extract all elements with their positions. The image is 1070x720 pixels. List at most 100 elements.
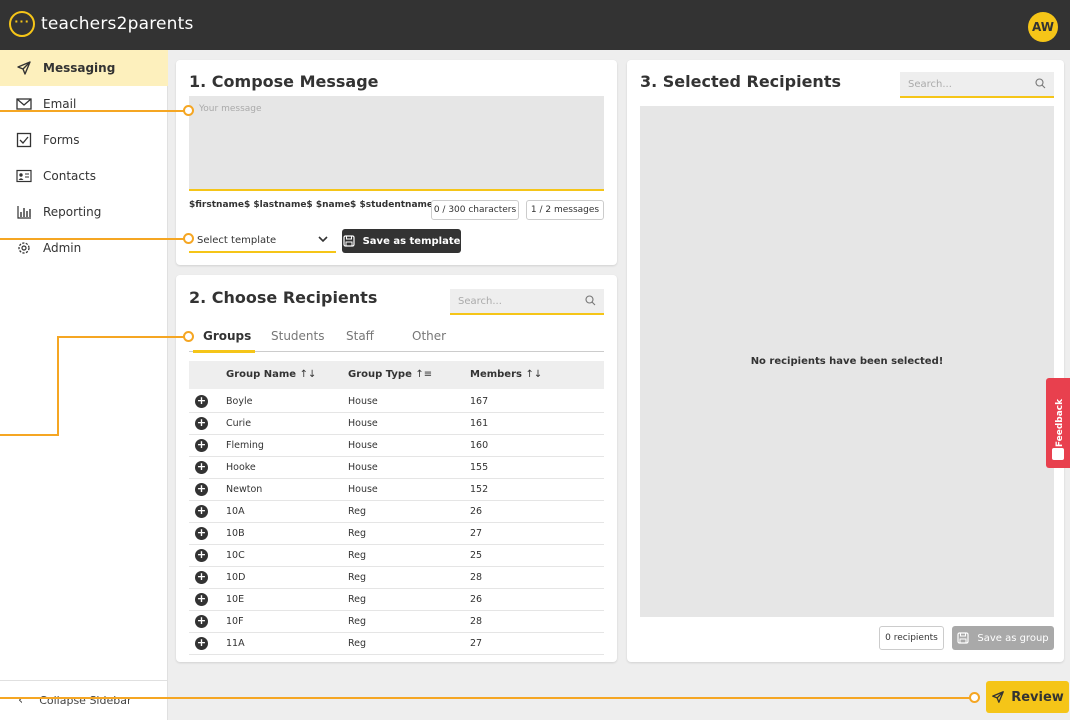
column-header-members[interactable]: Members ↑↓ — [470, 369, 542, 380]
review-button[interactable]: Review — [986, 681, 1069, 713]
sidebar: Messaging Email Forms Contacts Reporting… — [0, 50, 168, 720]
members-cell: 167 — [470, 396, 489, 407]
avatar[interactable]: AW — [1028, 12, 1058, 42]
group-name-cell: 11A — [226, 638, 245, 649]
sidebar-item-contacts[interactable]: Contacts — [0, 158, 168, 194]
contact-card-icon — [15, 167, 33, 185]
callout-line — [0, 110, 188, 112]
recipients-search-input[interactable]: Search... — [450, 289, 604, 315]
search-icon — [1035, 78, 1046, 92]
members-cell: 27 — [470, 638, 483, 649]
group-type-cell: Reg — [348, 550, 367, 561]
recipients-title: 2. Choose Recipients — [189, 288, 378, 307]
group-type-cell: Reg — [348, 638, 367, 649]
message-count: 1 / 2 messages — [526, 200, 604, 220]
members-cell: 28 — [470, 616, 483, 627]
logo-mark-icon: ··· — [9, 11, 35, 37]
members-cell: 28 — [470, 572, 483, 583]
sidebar-item-admin[interactable]: Admin — [0, 230, 168, 266]
sidebar-item-label: Admin — [43, 241, 82, 255]
table-row: +10C Reg 25 — [189, 545, 604, 567]
feedback-tab[interactable]: Feedback — [1046, 378, 1070, 468]
group-name-cell: Boyle — [226, 396, 253, 407]
add-icon[interactable]: + — [195, 549, 208, 562]
add-icon[interactable]: + — [195, 615, 208, 628]
callout-line — [57, 336, 59, 436]
group-name-cell: 10F — [226, 616, 244, 627]
group-name-cell: Hooke — [226, 462, 256, 473]
chevron-down-icon — [318, 234, 328, 247]
search-icon — [585, 295, 596, 309]
group-type-cell: Reg — [348, 506, 367, 517]
gear-icon — [15, 239, 33, 257]
members-cell: 155 — [470, 462, 489, 473]
tab-other[interactable]: Other — [412, 329, 446, 343]
group-name-cell: Newton — [226, 484, 263, 495]
add-icon[interactable]: + — [195, 527, 208, 540]
group-name-cell: 10C — [226, 550, 245, 561]
selected-search-input[interactable]: Search... — [900, 72, 1054, 98]
column-header-group-type[interactable]: Group Type ↑≡ — [348, 369, 432, 380]
callout-dot — [183, 105, 194, 116]
sidebar-item-label: Email — [43, 97, 77, 111]
table-row: +10F Reg 28 — [189, 611, 604, 633]
add-icon[interactable]: + — [195, 483, 208, 496]
bar-chart-icon — [15, 203, 33, 221]
chevron-left-icon: ‹ — [18, 693, 24, 708]
sidebar-item-label: Forms — [43, 133, 80, 147]
table-row: +11A Reg 27 — [189, 633, 604, 655]
app-logo[interactable]: ··· teachers2parents — [9, 11, 194, 37]
template-select-value: Select template — [197, 234, 277, 246]
save-as-group-label: Save as group — [977, 632, 1049, 644]
checkbox-icon — [15, 131, 33, 149]
selected-recipients-list: No recipients have been selected! — [640, 106, 1054, 617]
sidebar-item-reporting[interactable]: Reporting — [0, 194, 168, 230]
callout-line — [0, 697, 974, 699]
members-cell: 161 — [470, 418, 489, 429]
send-icon — [15, 59, 33, 77]
sidebar-item-messaging[interactable]: Messaging — [0, 50, 168, 86]
sidebar-item-email[interactable]: Email — [0, 86, 168, 122]
save-icon — [957, 632, 969, 644]
template-select[interactable]: Select template — [189, 229, 336, 253]
add-icon[interactable]: + — [195, 417, 208, 430]
tab-students[interactable]: Students — [271, 329, 325, 343]
group-name-cell: 10D — [226, 572, 246, 583]
recipient-tabs: Groups Students Staff Other — [189, 325, 604, 353]
add-icon[interactable]: + — [195, 637, 208, 650]
tab-groups[interactable]: Groups — [203, 329, 251, 343]
sidebar-item-forms[interactable]: Forms — [0, 122, 168, 158]
message-input[interactable]: Your message — [189, 96, 604, 191]
add-icon[interactable]: + — [195, 461, 208, 474]
group-name-cell: 10E — [226, 594, 245, 605]
search-placeholder: Search... — [458, 295, 502, 307]
collapse-sidebar-button[interactable]: ‹ Collapse Sidebar — [0, 680, 168, 720]
save-as-group-button[interactable]: Save as group — [952, 626, 1054, 650]
callout-line — [57, 336, 188, 338]
add-icon[interactable]: + — [195, 505, 208, 518]
add-icon[interactable]: + — [195, 395, 208, 408]
table-row: + Boyle House 167 — [189, 391, 604, 413]
recipient-count: 0 recipients — [879, 626, 944, 650]
add-icon[interactable]: + — [195, 571, 208, 584]
add-icon[interactable]: + — [195, 439, 208, 452]
save-as-template-label: Save as template — [362, 235, 461, 247]
members-cell: 25 — [470, 550, 483, 561]
column-header-group-name[interactable]: Group Name ↑↓ — [226, 369, 316, 380]
table-row: +10A Reg 26 — [189, 501, 604, 523]
table-row: + Fleming House 160 — [189, 435, 604, 457]
members-cell: 152 — [470, 484, 489, 495]
group-type-cell: House — [348, 484, 378, 495]
table-row: + Hooke House 155 — [189, 457, 604, 479]
add-icon[interactable]: + — [195, 593, 208, 606]
sidebar-item-label: Messaging — [43, 61, 116, 75]
callout-line — [0, 238, 188, 240]
members-cell: 26 — [470, 506, 483, 517]
table-header: Group Name ↑↓ Group Type ↑≡ Members ↑↓ — [189, 361, 604, 389]
tab-staff[interactable]: Staff — [346, 329, 374, 343]
table-row: + Newton House 152 — [189, 479, 604, 501]
table-row: +10B Reg 27 — [189, 523, 604, 545]
character-count: 0 / 300 characters — [431, 200, 519, 220]
save-as-template-button[interactable]: Save as template — [342, 229, 461, 253]
group-type-cell: House — [348, 396, 378, 407]
